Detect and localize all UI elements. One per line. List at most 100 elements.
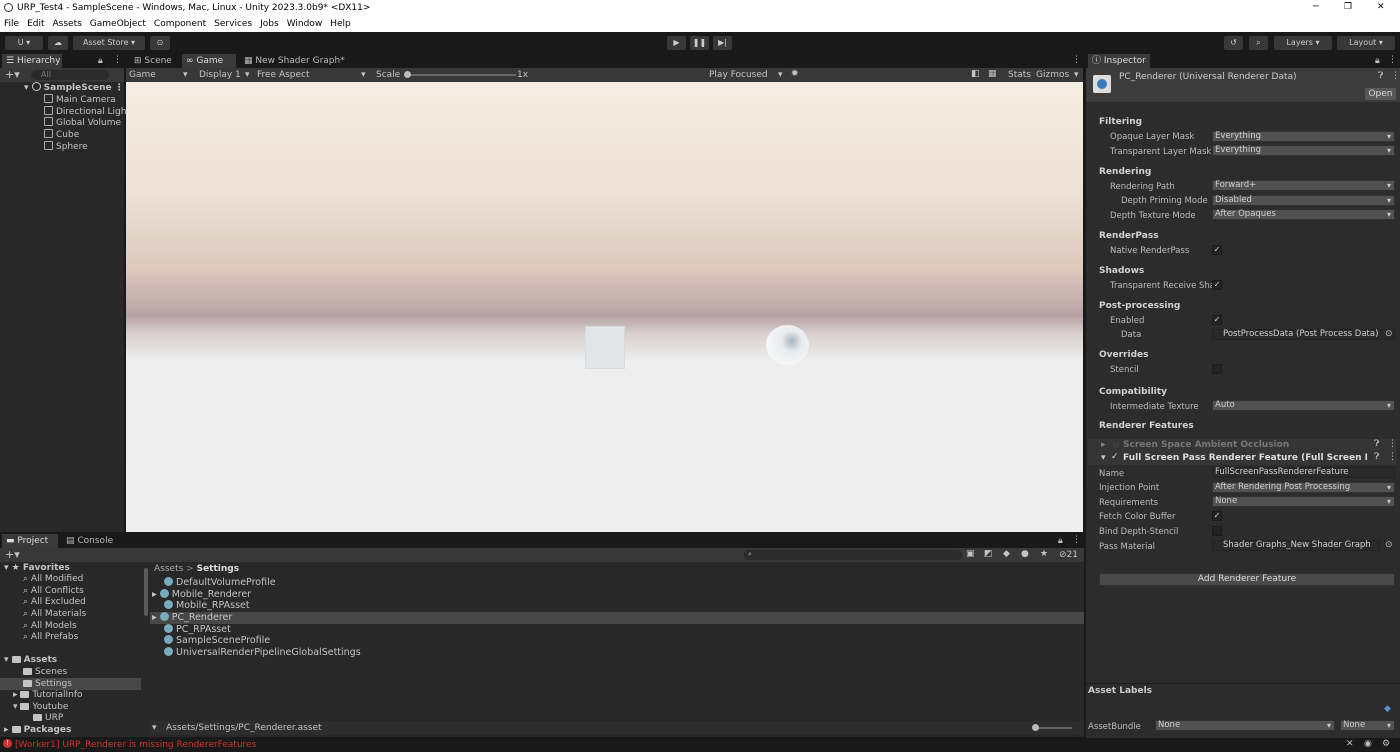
rendering-path-dropdown[interactable]: Forward+: [1212, 180, 1395, 191]
hierarchy-item[interactable]: Main Camera: [44, 94, 116, 106]
native-renderpass-checkbox[interactable]: ✓: [1212, 245, 1222, 255]
pause-button[interactable]: ❚❚: [690, 36, 709, 50]
more-icon[interactable]: ⋮: [1391, 71, 1400, 81]
game-viewport[interactable]: [126, 82, 1083, 532]
ssao-toggle[interactable]: [1112, 441, 1120, 449]
grid-icon[interactable]: ▦: [988, 69, 997, 79]
hidden-count-icon[interactable]: ⊘21: [1059, 550, 1078, 560]
tab-shader-graph[interactable]: ▦ New Shader Graph*: [240, 54, 350, 68]
layers-dropdown[interactable]: Layers ▾: [1274, 36, 1332, 50]
asset-item-selected[interactable]: ▸ PC_Renderer: [150, 612, 1084, 624]
menu-edit[interactable]: Edit: [23, 17, 48, 29]
breadcrumb-current[interactable]: Settings: [197, 564, 239, 574]
menu-help[interactable]: Help: [326, 17, 355, 29]
asset-item[interactable]: Mobile_RPAsset: [164, 600, 250, 612]
layout-dropdown[interactable]: Layout ▾: [1337, 36, 1395, 50]
feature-fullscreen-header[interactable]: ▾ ✓ Full Screen Pass Renderer Feature (F…: [1088, 452, 1397, 465]
more-icon[interactable]: ⋮: [1388, 55, 1397, 65]
opaque-layer-mask-dropdown[interactable]: Everything: [1212, 131, 1395, 142]
bind-depth-checkbox[interactable]: [1212, 526, 1222, 536]
breadcrumb-root[interactable]: Assets: [154, 564, 183, 574]
tag-icon[interactable]: ◆: [1384, 704, 1391, 714]
mute-icon[interactable]: ◧: [971, 69, 980, 79]
tab-console[interactable]: ▤ Console: [62, 534, 122, 548]
tab-hierarchy[interactable]: ☰ Hierarchy: [2, 54, 62, 68]
stencil-checkbox[interactable]: [1212, 364, 1222, 374]
asset-item[interactable]: DefaultVolumeProfile: [164, 577, 276, 589]
fullscreen-toggle[interactable]: ✓: [1111, 452, 1119, 462]
aspect-dropdown[interactable]: Free Aspect ▾: [257, 70, 370, 80]
play-focused-dropdown[interactable]: Play Focused ▾: [709, 70, 785, 80]
depth-priming-dropdown[interactable]: Disabled: [1212, 195, 1395, 206]
transparent-receive-shadows-checkbox[interactable]: ✓: [1212, 280, 1222, 290]
menu-file[interactable]: File: [0, 17, 23, 29]
play-button[interactable]: ▶: [667, 36, 686, 50]
scene-row[interactable]: ▾ SampleScene ⋮: [24, 82, 124, 94]
feature-ssao-header[interactable]: ▸ Screen Space Ambient Occlusion ❓︎ ⋮: [1088, 439, 1397, 452]
lock-icon[interactable]: 🔒︎: [98, 56, 103, 66]
bug-icon[interactable]: ✹: [791, 69, 799, 79]
asset-variant-dropdown[interactable]: None: [1340, 720, 1395, 731]
asset-store-button[interactable]: Asset Store ▾: [73, 36, 145, 50]
add-renderer-feature-button[interactable]: Add Renderer Feature: [1099, 573, 1395, 586]
packages-row[interactable]: ▸ Packages: [4, 724, 71, 736]
game-mode-dropdown[interactable]: Game ▾: [129, 70, 189, 80]
more-icon[interactable]: ⋮: [1072, 55, 1081, 65]
create-icon[interactable]: +▾: [5, 548, 20, 561]
tab-scene[interactable]: ⊞ Scene: [130, 54, 182, 68]
asset-bundle-dropdown[interactable]: None: [1155, 720, 1335, 731]
icon-size-slider-thumb[interactable]: [1032, 724, 1039, 731]
info-icon[interactable]: ●: [1021, 549, 1029, 559]
tab-inspector[interactable]: ⓘ Inspector: [1088, 54, 1150, 68]
hierarchy-item[interactable]: Sphere: [44, 141, 88, 153]
tag-icon[interactable]: ◆: [1003, 549, 1010, 559]
progress-icon[interactable]: ◉: [1364, 739, 1372, 749]
folder-item[interactable]: URP: [33, 712, 63, 724]
favorite-item[interactable]: ⌕ All Materials: [23, 608, 86, 620]
favorite-item[interactable]: ⌕ All Prefabs: [23, 631, 78, 643]
diagnostics-icon[interactable]: ✕: [1346, 739, 1354, 749]
settings-icon[interactable]: ⚙: [1382, 739, 1390, 749]
cloud-icon[interactable]: ☁: [48, 36, 68, 50]
stats-button[interactable]: Stats: [1008, 70, 1031, 80]
close-button[interactable]: ✕: [1377, 2, 1385, 12]
menu-assets[interactable]: Assets: [49, 17, 86, 29]
more-icon[interactable]: ⋮: [113, 55, 122, 65]
favorite-item[interactable]: ⌕ All Excluded: [23, 596, 86, 608]
post-data-field[interactable]: PostProcessData (Post Process Data): [1212, 329, 1395, 340]
step-button[interactable]: ▶|: [713, 36, 732, 50]
folder-item[interactable]: Scenes: [23, 666, 67, 678]
hierarchy-item[interactable]: Cube: [44, 129, 79, 141]
post-enabled-checkbox[interactable]: ✓: [1212, 315, 1222, 325]
history-icon[interactable]: ↺: [1224, 36, 1243, 50]
intermediate-texture-dropdown[interactable]: Auto: [1212, 400, 1395, 411]
display-dropdown[interactable]: Display 1 ▾: [199, 70, 251, 80]
scale-slider[interactable]: [404, 71, 516, 78]
menu-component[interactable]: Component: [150, 17, 210, 29]
menu-services[interactable]: Services: [210, 17, 256, 29]
feature-name-input[interactable]: FullScreenPassRendererFeature: [1212, 467, 1395, 478]
more-icon[interactable]: ⋮: [1388, 439, 1397, 449]
asset-item[interactable]: SampleSceneProfile: [164, 635, 270, 647]
filter-type-icon[interactable]: ▣: [966, 549, 975, 559]
star-icon[interactable]: ★: [1040, 549, 1048, 559]
scale-slider-thumb[interactable]: [404, 71, 411, 78]
help-icon[interactable]: ❓︎: [1374, 439, 1379, 449]
menu-window[interactable]: Window: [283, 17, 327, 29]
maximize-button[interactable]: ❐: [1344, 2, 1352, 12]
fetch-color-checkbox[interactable]: ✓: [1212, 511, 1222, 521]
folder-item[interactable]: ▸ TutorialInfo: [13, 689, 83, 701]
gizmos-dropdown[interactable]: Gizmos ▾: [1036, 70, 1082, 80]
project-search-input[interactable]: ⌕: [744, 550, 962, 560]
pass-material-field[interactable]: Shader Graphs_New Shader Graph: [1212, 540, 1380, 551]
injection-point-dropdown[interactable]: After Rendering Post Processing: [1212, 482, 1395, 493]
help-icon[interactable]: ❓︎: [1378, 71, 1383, 81]
help-icon[interactable]: ❓︎: [1374, 452, 1379, 462]
add-icon[interactable]: +▾: [5, 68, 20, 81]
tab-game[interactable]: ∞ Game: [182, 54, 236, 68]
menu-gameobject[interactable]: GameObject: [86, 17, 150, 29]
status-error-message[interactable]: [Worker1] URP_Renderer is missing Render…: [15, 740, 256, 750]
icon-size-slider[interactable]: [1032, 724, 1072, 731]
asset-item[interactable]: UniversalRenderPipelineGlobalSettings: [164, 647, 361, 659]
assets-row[interactable]: ▾ Assets: [4, 654, 57, 666]
